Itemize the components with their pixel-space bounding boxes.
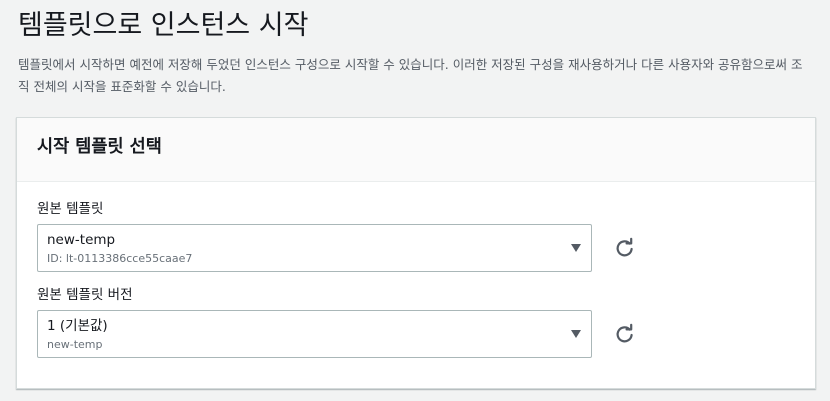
source-template-value: new-temp: [47, 232, 116, 248]
source-template-label: 원본 템플릿: [37, 201, 104, 217]
page-description: 템플릿에서 시작하면 예전에 저장해 두었던 인스턴스 구성으로 시작할 수 있…: [18, 57, 803, 94]
source-template-select[interactable]: new-temp ID: lt-0113386cce55caae7: [37, 224, 592, 272]
source-template-version-sub: new-temp: [47, 338, 103, 351]
source-template-version-select[interactable]: 1 (기본값) new-temp: [37, 310, 592, 358]
page-title: 템플릿으로 인스턴스 시작: [18, 10, 309, 41]
panel-title: 시작 템플릿 선택: [37, 137, 162, 157]
source-template-id: ID: lt-0113386cce55caae7: [47, 252, 193, 265]
source-template-version-label: 원본 템플릿 버전: [37, 287, 133, 303]
refresh-icon[interactable]: [612, 321, 638, 347]
launch-template-panel: 시작 템플릿 선택 원본 템플릿 new-temp ID: lt-0113386…: [16, 117, 816, 389]
refresh-icon[interactable]: [612, 235, 638, 261]
panel-header: 시작 템플릿 선택: [17, 118, 815, 182]
caret-down-icon: [571, 330, 581, 338]
caret-down-icon: [571, 244, 581, 252]
source-template-version-value: 1 (기본값): [47, 318, 108, 334]
